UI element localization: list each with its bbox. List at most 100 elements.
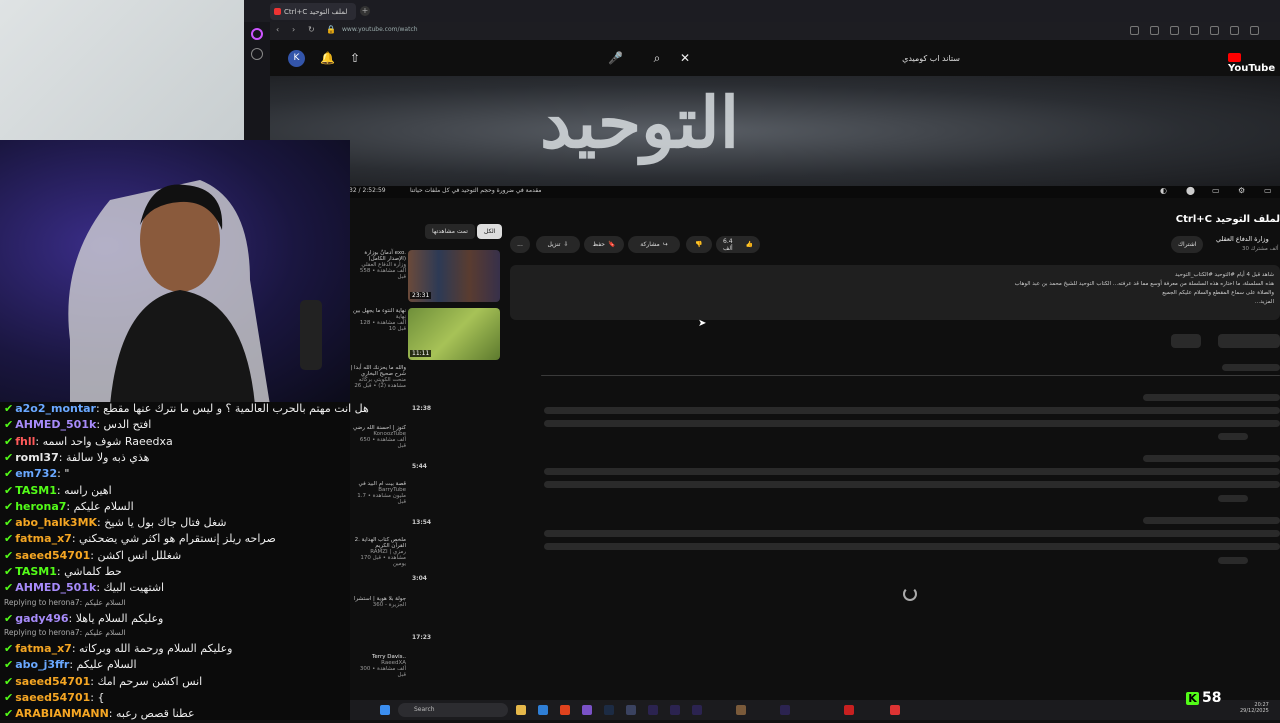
chat-username[interactable]: TASM1 [15, 484, 57, 497]
chip-watched-label: تمت مشاهدتها [432, 228, 468, 235]
chat-text: " [64, 467, 70, 481]
like-button[interactable]: 6.4 ألف 👍 [716, 236, 760, 253]
chat-username[interactable]: AHMED_501k [15, 581, 96, 594]
save-button[interactable]: حفظ 🔖 [584, 236, 624, 253]
taskbar-clock[interactable]: 20:27 29/12/2025 [1240, 702, 1269, 714]
chat-username[interactable]: fatma_x7 [15, 642, 72, 655]
chat-username[interactable]: saeed54701 [15, 549, 90, 562]
recommendation-item[interactable]: آدمانٌ بوزارة exo. (الإصدار الكامل) وزار… [350, 250, 510, 308]
chapter-title[interactable]: مقدمة في ضرورة وحجم التوحيد في كل ملفات … [410, 187, 541, 194]
chat-username[interactable]: ARABIANMANN [15, 707, 109, 720]
recommendation-item[interactable]: 2. ملخص كتاب الهداية القرآن الكريم RAMZI… [350, 537, 510, 587]
start-icon[interactable] [380, 705, 390, 715]
chat-username[interactable]: AHMED_501k [15, 418, 96, 431]
chat-username[interactable]: gady496 [15, 612, 68, 625]
kick-viewer-counter: K 58 [1186, 690, 1221, 706]
autoplay-icon[interactable]: ◐ [1160, 186, 1167, 195]
menu-icon[interactable] [1250, 26, 1259, 35]
chat-reply-context: Replying to herona7: السلام عليكم [4, 627, 126, 637]
download-arrow-icon: ⇩ [563, 241, 569, 248]
chat-username[interactable]: fhll [15, 435, 35, 448]
star-icon[interactable] [251, 48, 263, 60]
chat-text: اشتهيت البيك [103, 581, 165, 595]
upload-icon[interactable]: ⇧ [348, 51, 362, 65]
skeleton-block [1218, 334, 1280, 348]
back-icon[interactable]: ‹ [276, 25, 279, 34]
download-button[interactable]: تنزيل ⇩ [536, 236, 580, 253]
theater-icon[interactable]: ▭ [1264, 186, 1272, 195]
dislike-button[interactable]: 👎 [686, 236, 712, 253]
search-input[interactable]: ستاند اب كوميدي [690, 49, 970, 69]
extension-icon[interactable] [1130, 26, 1139, 35]
taskbar-search[interactable]: Search [398, 703, 508, 717]
mic-icon[interactable]: 🎤 [608, 51, 623, 65]
description-more-link[interactable]: ...المزيد [516, 298, 1274, 307]
subscribe-button[interactable]: اشتراك [1171, 236, 1204, 253]
new-tab-button[interactable]: + [360, 6, 370, 16]
recommendation-item[interactable]: قصة بيت ام البيد في BarryTube 1.7 مليون … [350, 481, 510, 531]
chat-separator: : [35, 434, 43, 448]
media-encoder-icon[interactable] [692, 705, 702, 715]
chat-text: { [97, 690, 105, 704]
taskbar-search-label: Search [414, 706, 435, 713]
video-player[interactable]: التوحيد [270, 76, 1280, 186]
chat-username[interactable]: saeed54701 [15, 675, 90, 688]
chat-username[interactable]: roml37 [15, 451, 59, 464]
reload-icon[interactable]: ↻ [308, 25, 315, 34]
recommendation-item[interactable]: نهاية النتوء ما يجهل بين نهاية 128 ألف م… [350, 308, 510, 360]
bell-icon[interactable]: 🔔 [320, 51, 335, 65]
heart-icon[interactable] [1190, 26, 1199, 35]
forward-icon[interactable]: › [292, 25, 295, 34]
recommendation-item[interactable]: Terry Davis.. RaeedXA 300 ألف مشاهدة • ق… [350, 654, 510, 690]
chat-username[interactable]: saeed54701 [15, 691, 90, 704]
download-icon[interactable] [1230, 26, 1239, 35]
recommendation-item[interactable]: كنوز | احسنة الله رضي KonoozTube 650 ألف… [350, 425, 510, 475]
app-icon[interactable] [626, 705, 636, 715]
video-overlay-text: التوحيد [540, 81, 740, 164]
chat-username[interactable]: a2o2_montar [15, 402, 96, 415]
chat-message: ✔ fatma_x7: صراحه ريلز إنستقرام هو اكثر ش… [4, 532, 276, 548]
recommendation-item[interactable]: جولة بلا هوية | استشرا 360 - الجزيرة 17:… [350, 596, 510, 644]
opera-taskbar-icon[interactable] [844, 705, 854, 715]
toggle-icon[interactable]: ⬤ [1186, 186, 1195, 195]
home-icon[interactable] [251, 28, 263, 40]
youtube-logo[interactable]: YouTube [1228, 52, 1280, 74]
browser-tab[interactable]: Ctrl+C لملف التوحيد [270, 3, 356, 20]
chat-username[interactable]: abo_j3ffr [15, 658, 69, 671]
share-button[interactable]: مشاركة ↪ [628, 236, 680, 253]
after-effects-icon[interactable] [648, 705, 658, 715]
recommendation-item[interactable]: والله ما يحزنك الله أبدا | شرح صحيح البخ… [350, 365, 510, 415]
chat-username[interactable]: em732 [15, 467, 57, 480]
rec-thumbnail[interactable]: 23:31 [408, 250, 500, 302]
vscode-icon[interactable] [538, 705, 548, 715]
account-avatar[interactable]: K [288, 50, 305, 67]
subscribe-label: اشتراك [1178, 241, 1197, 248]
chat-username[interactable]: fatma_x7 [15, 532, 72, 545]
settings-icon[interactable]: ⚙ [1238, 186, 1245, 195]
url-field[interactable]: www.youtube.com/watch [342, 26, 418, 33]
chip-all[interactable]: الكل [477, 224, 503, 239]
skeleton-block [1218, 433, 1248, 440]
search-icon[interactable]: ⌕ [650, 51, 664, 65]
audition-icon[interactable] [670, 705, 680, 715]
channel-name[interactable]: وزارة الدفاع العقلي [1216, 235, 1269, 243]
more-actions-button[interactable]: ... [510, 236, 530, 253]
app-icon[interactable] [736, 705, 746, 715]
app-icon[interactable] [890, 705, 900, 715]
camera-icon[interactable] [1150, 26, 1159, 35]
chat-username[interactable]: TASM1 [15, 565, 57, 578]
wallet-icon[interactable] [1210, 26, 1219, 35]
photoshop-icon[interactable] [604, 705, 614, 715]
premiere-icon[interactable] [780, 705, 790, 715]
screenshot-icon[interactable] [1170, 26, 1179, 35]
visual-studio-icon[interactable] [582, 705, 592, 715]
chat-username[interactable]: herona7 [15, 500, 66, 513]
skeleton-block [544, 420, 1280, 427]
file-explorer-icon[interactable] [516, 705, 526, 715]
chip-watched[interactable]: تمت مشاهدتها [425, 224, 475, 239]
video-description[interactable]: شاهد قبل 4 أيام #التوحيد #الكتاب_التوحيد… [510, 265, 1280, 320]
rec-thumbnail[interactable]: 11:11 [408, 308, 500, 360]
brave-icon[interactable] [560, 705, 570, 715]
subtitles-icon[interactable]: ▭ [1212, 186, 1220, 195]
chat-username[interactable]: abo_halk3MK [15, 516, 97, 529]
